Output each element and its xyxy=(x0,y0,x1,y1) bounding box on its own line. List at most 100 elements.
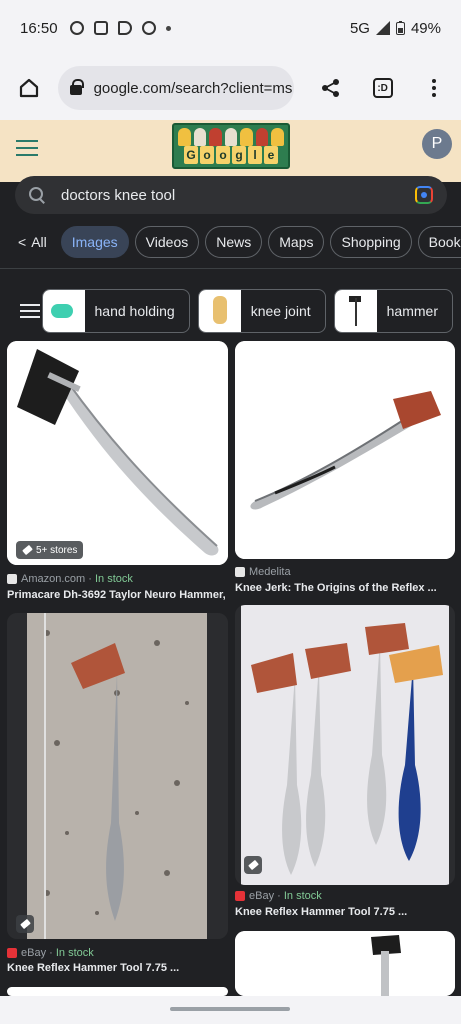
tab-switcher-icon: :D xyxy=(372,78,393,98)
result-title[interactable]: Primacare Dh-3692 Taylor Neuro Hammer, 7… xyxy=(7,589,228,601)
share-button[interactable] xyxy=(316,73,346,103)
tag-icon xyxy=(16,915,34,933)
home-gesture-handle[interactable] xyxy=(170,1007,290,1011)
chevron-left-icon: < xyxy=(18,234,27,250)
notification-icon xyxy=(69,21,84,35)
browser-menu-button[interactable] xyxy=(419,73,449,103)
tab-label: News xyxy=(216,234,252,250)
account-avatar[interactable]: P xyxy=(422,129,452,159)
tab-maps[interactable]: Maps xyxy=(268,226,325,258)
source-name: eBay xyxy=(21,947,47,959)
doodle-letter: e xyxy=(264,146,278,164)
status-time: 16:50 xyxy=(20,19,58,37)
refinement-chips: hand holding knee joint hammer xyxy=(0,289,461,333)
separator: · xyxy=(274,890,284,902)
tab-label: Maps xyxy=(279,234,314,250)
home-icon xyxy=(19,78,38,98)
chip-hammer[interactable]: hammer xyxy=(333,289,453,333)
status-bar: 16:50 5G 49% xyxy=(0,0,461,56)
battery-label: 49% xyxy=(410,19,441,37)
more-notifications-icon xyxy=(165,25,171,31)
hamburger-menu-icon[interactable] xyxy=(16,140,38,156)
tab-all[interactable]: < All xyxy=(16,226,55,258)
chip-thumbnail xyxy=(42,290,85,332)
tab-label: Books xyxy=(428,234,461,250)
ebay-favicon-icon xyxy=(235,891,245,901)
separator: · xyxy=(46,947,56,959)
source-name: Medelita xyxy=(249,566,291,578)
reflex-hammer-on-granite-image xyxy=(7,613,228,939)
result-image[interactable] xyxy=(7,613,228,939)
result-source[interactable]: Medelita xyxy=(235,566,291,578)
source-name: eBay xyxy=(249,890,275,902)
chip-thumbnail xyxy=(334,290,377,332)
signal-icon xyxy=(375,21,390,35)
reflex-hammer-image xyxy=(235,931,455,996)
filter-tune-icon[interactable] xyxy=(20,302,40,320)
tab-images[interactable]: Images xyxy=(60,226,129,258)
source-name: Amazon.com xyxy=(21,573,86,585)
separator: · xyxy=(85,573,95,585)
medelita-favicon-icon xyxy=(235,567,245,577)
amazon-favicon-icon xyxy=(7,574,17,584)
reflex-hammers-set-image xyxy=(241,605,449,885)
lock-icon xyxy=(69,79,84,95)
result-title[interactable]: Knee Reflex Hammer Tool 7.75 ... xyxy=(235,906,456,918)
tab-videos[interactable]: Videos xyxy=(134,226,200,258)
tag-icon xyxy=(21,544,33,556)
chip-thumbnail xyxy=(198,290,241,332)
result-source[interactable]: eBay · In stock xyxy=(235,890,322,902)
chip-knee-joint[interactable]: knee joint xyxy=(197,289,326,333)
result-image[interactable] xyxy=(235,341,455,559)
result-title[interactable]: Knee Jerk: The Origins of the Reflex ... xyxy=(235,582,456,594)
doodle-letter: g xyxy=(232,146,246,164)
result-image[interactable] xyxy=(7,987,228,996)
share-icon xyxy=(322,79,340,97)
stores-badge: 5+ stores xyxy=(16,541,84,559)
result-image[interactable] xyxy=(7,341,228,565)
tab-label: All xyxy=(31,234,47,250)
paypal-icon xyxy=(117,21,132,35)
chip-hand-holding[interactable]: hand holding xyxy=(41,289,190,333)
stock-status: In stock xyxy=(94,573,133,585)
result-image[interactable] xyxy=(235,605,455,885)
tab-label: Videos xyxy=(145,234,189,250)
home-button[interactable] xyxy=(14,73,44,103)
tab-books[interactable]: Books xyxy=(417,226,461,258)
doodle-wordmark: G o o g l e xyxy=(180,146,282,164)
address-bar[interactable]: google.com/search?client=ms xyxy=(57,66,295,110)
tab-switcher-button[interactable]: :D xyxy=(368,73,398,103)
chip-label: knee joint xyxy=(250,303,311,319)
search-icon xyxy=(29,187,45,203)
mail-icon xyxy=(93,21,108,35)
tab-news[interactable]: News xyxy=(205,226,263,258)
ebay-favicon-icon xyxy=(7,948,17,958)
search-query: doctors knee tool xyxy=(61,186,176,204)
doodle-letter: G xyxy=(184,146,198,164)
tab-shopping[interactable]: Shopping xyxy=(330,226,412,258)
settings-icon xyxy=(141,21,156,35)
search-input[interactable]: doctors knee tool xyxy=(15,176,447,214)
reflex-hammer-image xyxy=(235,341,455,559)
result-image[interactable] xyxy=(235,931,455,996)
google-doodle[interactable]: G o o g l e xyxy=(172,123,290,169)
browser-toolbar: google.com/search?client=ms :D xyxy=(0,56,461,120)
stock-status: In stock xyxy=(55,947,94,959)
doodle-figures xyxy=(178,128,285,146)
result-source[interactable]: eBay · In stock xyxy=(7,947,94,959)
url-text: google.com/search?client=ms xyxy=(93,79,293,97)
doodle-letter: o xyxy=(200,146,214,164)
google-lens-icon[interactable] xyxy=(415,186,433,204)
result-source[interactable]: Amazon.com · In stock xyxy=(7,573,133,585)
stock-status: In stock xyxy=(283,890,322,902)
chip-label: hammer xyxy=(386,303,438,319)
badge-text: 5+ stores xyxy=(36,544,78,556)
chip-label: hand holding xyxy=(94,303,175,319)
result-title[interactable]: Knee Reflex Hammer Tool 7.75 ... xyxy=(7,962,228,974)
doodle-letter: l xyxy=(248,146,262,164)
tab-label: Shopping xyxy=(341,234,401,250)
more-vert-icon xyxy=(432,79,437,97)
battery-icon xyxy=(395,21,405,35)
network-label: 5G xyxy=(349,19,370,37)
reflex-hammer-image xyxy=(7,341,228,565)
